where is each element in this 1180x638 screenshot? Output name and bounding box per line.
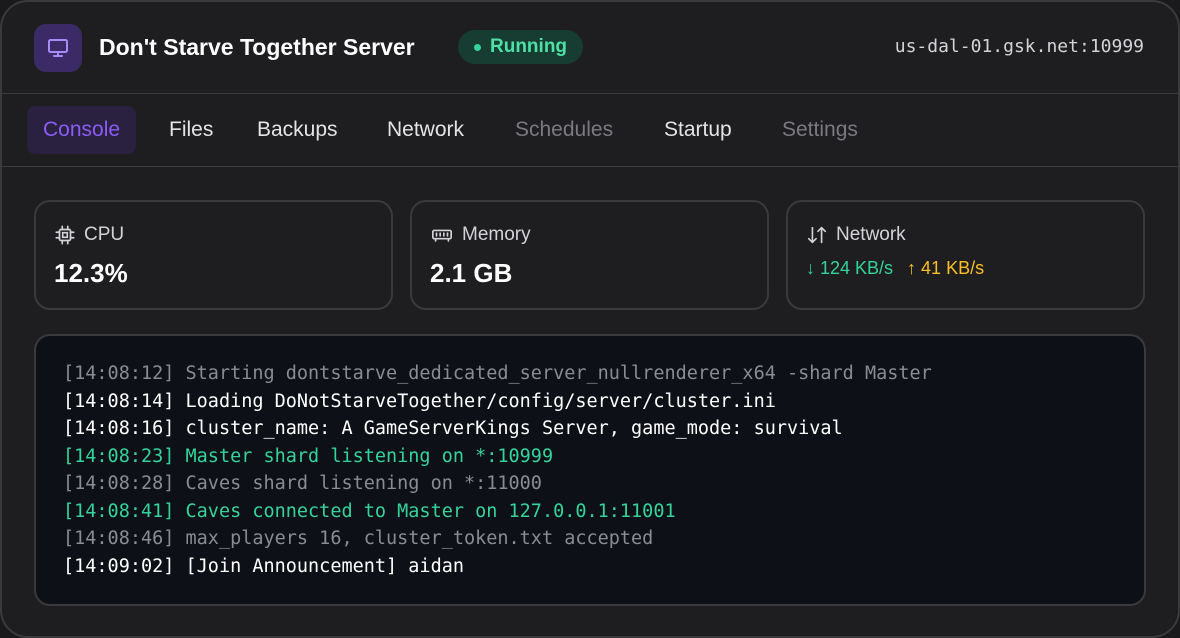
- log-line: [14:08:16] cluster_name: A GameServerKin…: [63, 415, 1144, 443]
- log-message: Caves shard listening on *:11000: [185, 473, 542, 494]
- server-panel: Don't Starve Together Server Running us-…: [0, 0, 1180, 638]
- memory-label-text: Memory: [462, 224, 531, 245]
- monitor-icon: [34, 24, 82, 72]
- cpu-card: CPU 12.3%: [34, 200, 393, 310]
- log-line: [14:08:41] Caves connected to Master on …: [63, 498, 1144, 526]
- status-label: Running: [490, 36, 568, 57]
- network-arrows-icon: [807, 226, 827, 244]
- log-timestamp: [14:08:41]: [63, 500, 175, 522]
- log-line: [14:08:12] Starting dontstarve_dedicated…: [63, 360, 1144, 388]
- status-dot: [474, 43, 481, 51]
- page-title: Don't Starve Together Server: [99, 34, 415, 60]
- status-badge: Running: [458, 30, 584, 64]
- memory-icon: [432, 229, 452, 242]
- network-label: Network: [806, 224, 906, 246]
- memory-label: Memory: [430, 224, 531, 246]
- log-line: [14:08:14] Loading DoNotStarveTogether/c…: [63, 388, 1144, 416]
- log-timestamp: [14:08:46]: [63, 528, 175, 549]
- log-timestamp: [14:08:12]: [63, 363, 175, 384]
- log-timestamp: [14:09:02]: [63, 555, 175, 577]
- memory-card: Memory 2.1 GB: [410, 200, 769, 310]
- console-output[interactable]: [14:08:12] Starting dontstarve_dedicated…: [34, 334, 1146, 606]
- log-timestamp: [14:08:14]: [63, 390, 175, 412]
- log-message: cluster_name: A GameServerKings Server, …: [185, 418, 843, 439]
- log-message: Master shard listening on *:10999: [185, 445, 554, 467]
- tab-schedules[interactable]: Schedules: [515, 106, 613, 154]
- network-rates: ↓ 124 KB/s ↑ 41 KB/s: [806, 258, 984, 279]
- server-address[interactable]: us-dal-01.gsk.net:10999: [895, 36, 1144, 57]
- log-timestamp: [14:08:28]: [63, 473, 175, 494]
- cpu-label-text: CPU: [84, 224, 125, 245]
- tab-settings[interactable]: Settings: [782, 106, 858, 154]
- cpu-icon: [55, 225, 75, 245]
- log-line: [14:09:02] [Join Announcement] aidan: [63, 553, 1144, 581]
- log-line: [14:08:23] Master shard listening on *:1…: [63, 443, 1144, 471]
- memory-value: 2.1 GB: [430, 258, 513, 288]
- network-card: Network ↓ 124 KB/s ↑ 41 KB/s: [786, 200, 1145, 310]
- log-line: [14:08:46] max_players 16, cluster_token…: [63, 525, 1144, 553]
- log-timestamp: [14:08:23]: [63, 445, 175, 467]
- log-line: [14:08:28] Caves shard listening on *:11…: [63, 470, 1144, 498]
- cpu-label: CPU: [54, 224, 124, 246]
- cpu-value: 12.3%: [54, 258, 128, 288]
- log-timestamp: [14:08:16]: [63, 418, 175, 439]
- tab-network[interactable]: Network: [387, 106, 464, 154]
- tab-backups[interactable]: Backups: [257, 106, 338, 154]
- tab-startup[interactable]: Startup: [664, 106, 732, 154]
- log-message: [Join Announcement] aidan: [185, 555, 464, 577]
- log-message: Loading DoNotStarveTogether/config/serve…: [185, 390, 776, 412]
- network-label-text: Network: [836, 224, 906, 245]
- network-upload-rate: ↑ 41 KB/s: [907, 258, 985, 278]
- header: Don't Starve Together Server Running us-…: [2, 2, 1178, 94]
- tab-bar: Console Files Backups Network Schedules …: [2, 95, 1178, 167]
- network-download-rate: ↓ 124 KB/s: [806, 258, 894, 278]
- log-message: max_players 16, cluster_token.txt accept…: [185, 528, 654, 549]
- log-message: Starting dontstarve_dedicated_server_nul…: [185, 363, 932, 384]
- log-message: Caves connected to Master on 127.0.0.1:1…: [185, 500, 676, 522]
- tab-files[interactable]: Files: [169, 106, 213, 154]
- tab-console[interactable]: Console: [27, 106, 137, 154]
